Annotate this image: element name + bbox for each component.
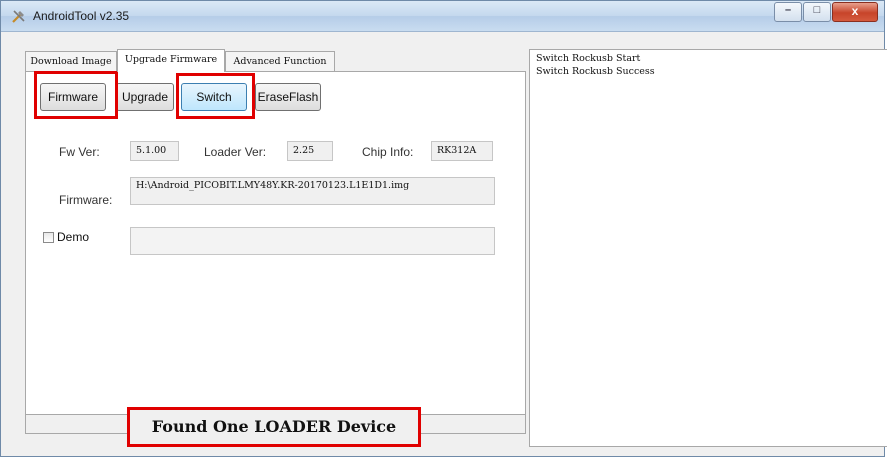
tab-upgrade-firmware[interactable]: Upgrade Firmware [117,49,225,72]
app-window: AndroidTool v2.35 – □ x Download Image U… [0,0,887,457]
fw-ver-label: Fw Ver: [59,145,100,159]
firmware-path-field: H:\Android_PICOBIT.LMY48Y.KR-20170123.L1… [130,177,495,205]
client-area: Download Image Upgrade Firmware Advanced… [7,35,887,454]
status-message: Found One LOADER Device [129,409,419,445]
firmware-button[interactable]: Firmware [40,83,106,111]
app-icon [12,10,25,23]
chip-info-label: Chip Info: [362,145,414,159]
minimize-button[interactable]: – [774,2,802,22]
demo-checkbox[interactable] [43,232,54,243]
fw-ver-field: 5.1.00 [130,141,179,161]
maximize-button[interactable]: □ [803,2,831,22]
close-button[interactable]: x [832,2,878,22]
loader-ver-field: 2.25 [287,141,333,161]
demo-field[interactable] [130,227,495,255]
log-line: Switch Rockusb Start [536,53,641,64]
window-controls: – □ x [773,2,878,22]
window-title: AndroidTool v2.35 [33,9,130,23]
eraseflash-button[interactable]: EraseFlash [255,83,321,111]
maximize-icon: □ [813,4,821,16]
loader-ver-label: Loader Ver: [204,145,267,159]
upgrade-button[interactable]: Upgrade [116,83,174,111]
demo-label[interactable]: Demo [57,230,89,244]
log-panel[interactable]: Switch Rockusb Start Switch Rockusb Succ… [529,49,887,447]
title-bar[interactable]: AndroidTool v2.35 – □ x [1,1,884,32]
firmware-path-label: Firmware: [59,193,113,207]
minimize-icon: – [784,4,792,16]
switch-button[interactable]: Switch [181,83,247,111]
chip-info-field: RK312A [431,141,493,161]
log-line: Switch Rockusb Success [536,66,655,77]
tab-advanced-function[interactable]: Advanced Function [225,51,335,71]
close-icon: x [851,4,859,18]
tab-download-image[interactable]: Download Image [25,51,117,71]
